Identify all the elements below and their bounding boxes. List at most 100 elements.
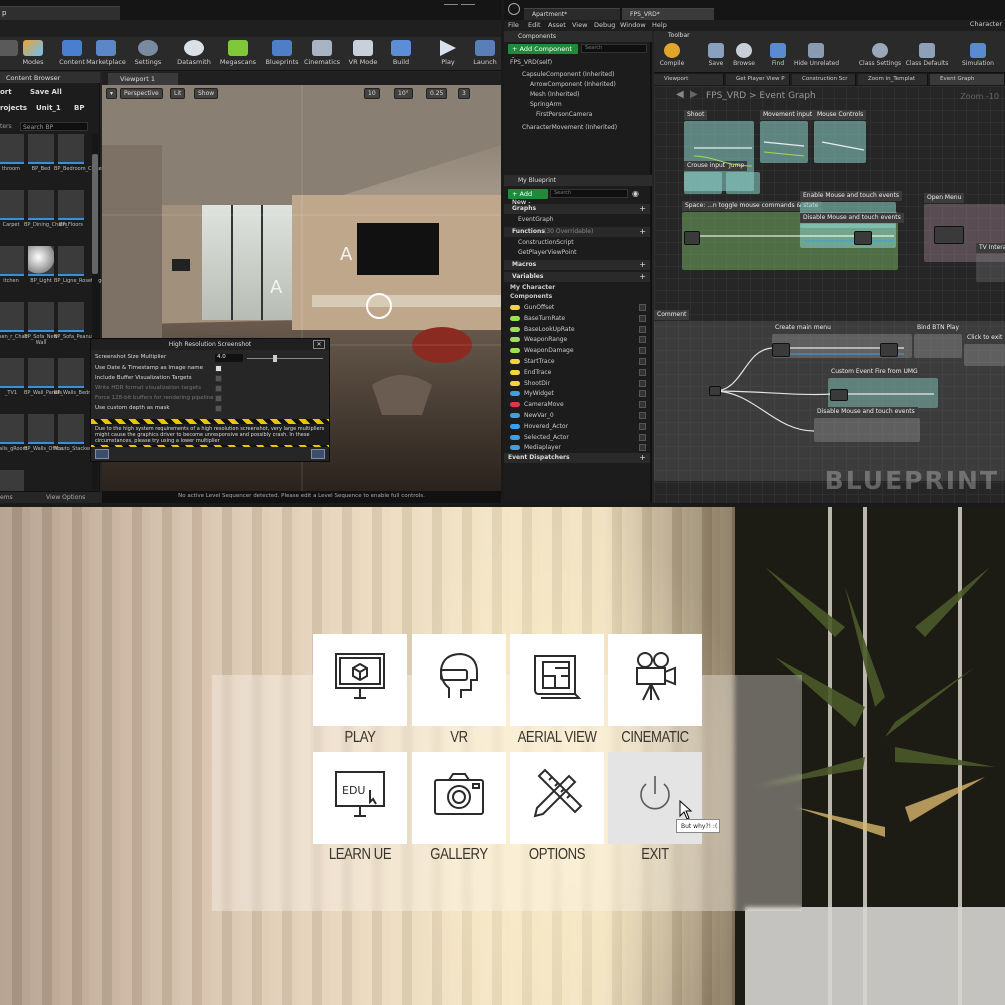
visibility-icon[interactable] <box>639 336 646 344</box>
tab-fps-vrd[interactable]: FPS_VRD* <box>622 8 714 20</box>
editor-level-tab[interactable]: p <box>0 6 120 20</box>
compile-button[interactable]: Compile <box>654 43 690 73</box>
macros-section[interactable]: Macros + <box>504 260 650 270</box>
graph-node[interactable] <box>772 343 790 357</box>
visibility-icon[interactable] <box>639 390 646 398</box>
save-all-button[interactable]: Save All <box>30 88 62 96</box>
camera-speed-value[interactable]: 3 <box>458 88 470 99</box>
event-graph-item[interactable]: EventGraph <box>518 216 554 223</box>
asset-tile[interactable]: Walls_gRoom <box>0 414 27 470</box>
my-character-group[interactable]: My Character <box>510 284 555 291</box>
asset-tile[interactable]: BP_Dining_Chairs <box>24 190 67 246</box>
visibility-icon[interactable] <box>639 347 646 355</box>
hide-unrelated-button[interactable]: Hide Unrelated <box>794 43 839 73</box>
breadcrumb-bp[interactable]: BP <box>74 104 84 112</box>
variable-item[interactable]: CameraMove <box>510 400 646 410</box>
variable-item[interactable]: StartTrace <box>510 357 646 367</box>
tab-construction-script[interactable]: Construction Scr <box>792 74 856 85</box>
asset-tile[interactable]: BP_Walls_Office <box>24 414 63 470</box>
tree-mesh[interactable]: Mesh (Inherited) <box>530 91 579 98</box>
cinematic-tile[interactable] <box>608 634 702 726</box>
buffer-checkbox[interactable] <box>215 375 222 382</box>
force128-checkbox[interactable] <box>215 395 222 402</box>
toolbar-modes-button[interactable]: Modes <box>13 39 53 71</box>
visibility-icon[interactable] <box>639 412 646 419</box>
tab-zoom-template[interactable]: Zoom in_Templat <box>858 74 928 85</box>
menu-file[interactable]: File <box>508 21 519 29</box>
asset-tile[interactable]: BP_Walls_Bedroom <box>54 358 101 414</box>
visibility-icon[interactable] <box>639 325 646 333</box>
asset-tile[interactable]: BP_Bedroom_Closet <box>54 134 104 190</box>
rotation-snap-value[interactable]: 10° <box>394 88 413 99</box>
components-group[interactable]: Components <box>510 293 552 300</box>
toolbar-marketplace-button[interactable]: Marketplace <box>86 39 126 71</box>
timestamp-checkbox[interactable] <box>215 365 222 372</box>
import-button[interactable]: ort <box>0 88 12 96</box>
get-player-viewpoint-item[interactable]: GetPlayerViewPoint <box>518 249 577 256</box>
camera-actor-icon[interactable] <box>172 259 190 271</box>
asset-tile[interactable]: Muuto_Stacked_On_Podium_01 <box>54 414 132 470</box>
variable-item[interactable]: Mediaplayer <box>510 443 646 453</box>
add-component-button[interactable]: + Add Component - <box>508 44 578 61</box>
variable-item[interactable]: WeaponDamage <box>510 346 646 356</box>
find-button[interactable]: Find <box>760 43 796 73</box>
toolbar-play-button[interactable]: Play <box>428 39 468 71</box>
scale-snap-value[interactable]: 0.25 <box>426 88 448 99</box>
tree-self[interactable]: FPS_VRD(self) <box>510 59 552 66</box>
multiplier-input[interactable]: 4.0 <box>215 354 243 362</box>
visibility-icon[interactable] <box>639 444 646 452</box>
visibility-icon[interactable] <box>639 379 646 387</box>
asset-tile[interactable]: BP_Wall_Panels <box>24 358 62 414</box>
viewport-tab[interactable]: Viewport 1 <box>108 73 178 85</box>
graph-node[interactable] <box>934 226 964 244</box>
variable-item[interactable]: GunOffset <box>510 303 646 313</box>
menu-debug[interactable]: Debug <box>594 21 615 29</box>
tab-apartment[interactable]: Apartment* <box>524 8 620 20</box>
variable-item[interactable]: NewVar_0 <box>510 411 646 421</box>
asset-tile[interactable]: Carpet <box>0 190 24 246</box>
tab-event-graph[interactable]: Event Graph <box>930 74 1005 85</box>
components-search-input[interactable]: Search <box>581 44 647 53</box>
simulation-button[interactable]: Simulation <box>956 43 1000 73</box>
graphs-section[interactable]: Graphs + <box>504 204 650 214</box>
variable-item[interactable]: BaseLookUpRate <box>510 325 646 335</box>
graph-node[interactable] <box>709 386 721 396</box>
tree-capsule[interactable]: CapsuleComponent (Inherited) <box>522 71 614 78</box>
graph-node[interactable] <box>854 231 872 245</box>
content-search-input[interactable]: Search BP <box>20 122 88 131</box>
menu-help[interactable]: Help <box>652 21 667 29</box>
menu-window[interactable]: Window <box>620 21 646 29</box>
asset-tile[interactable]: ufsen_r_Chair <box>0 302 28 358</box>
eye-icon[interactable]: ◉ <box>632 189 639 198</box>
tab-viewport[interactable]: Viewport <box>654 74 724 85</box>
text-render-actor-icon[interactable]: A <box>340 244 353 265</box>
play-tile[interactable] <box>313 634 407 726</box>
asset-tile[interactable]: BP_Ligne_RosetTogo <box>54 246 105 302</box>
hdr-checkbox[interactable] <box>215 385 222 392</box>
variable-item[interactable]: EndTrace <box>510 368 646 378</box>
maximize-icon[interactable] <box>461 4 475 12</box>
variable-item[interactable]: Selected_Actor <box>510 433 646 443</box>
tab-get-player-view[interactable]: Get Player View P <box>726 74 790 85</box>
toolbar-cinematics-button[interactable]: Cinematics <box>302 39 342 71</box>
toolbar-settings-button[interactable]: Settings <box>128 39 168 71</box>
filters-button[interactable]: ters <box>0 123 12 130</box>
visibility-icon[interactable] <box>639 422 646 430</box>
graph-node[interactable] <box>880 343 898 357</box>
capture-icon[interactable] <box>311 449 325 459</box>
variable-item[interactable]: WeaponRange <box>510 335 646 345</box>
view-options-button[interactable]: View Options <box>46 494 85 501</box>
region-icon[interactable] <box>95 449 109 459</box>
toolbar-vr-mode-button[interactable]: VR Mode <box>343 39 383 71</box>
visibility-icon[interactable] <box>639 368 646 376</box>
options-tile[interactable] <box>510 752 604 844</box>
visibility-icon[interactable] <box>639 358 646 365</box>
gallery-tile[interactable] <box>412 752 506 844</box>
tree-movement[interactable]: CharacterMovement (Inherited) <box>522 124 617 131</box>
my-blueprint-search-input[interactable]: Search <box>550 189 628 198</box>
viewport-menu-button[interactable]: ▾ <box>106 88 118 99</box>
class-defaults-button[interactable]: Class Defaults <box>904 43 950 73</box>
browse-button[interactable]: Browse <box>726 43 762 73</box>
grid-snap-value[interactable]: 10 <box>364 88 380 99</box>
close-icon[interactable]: ✕ <box>313 340 325 349</box>
